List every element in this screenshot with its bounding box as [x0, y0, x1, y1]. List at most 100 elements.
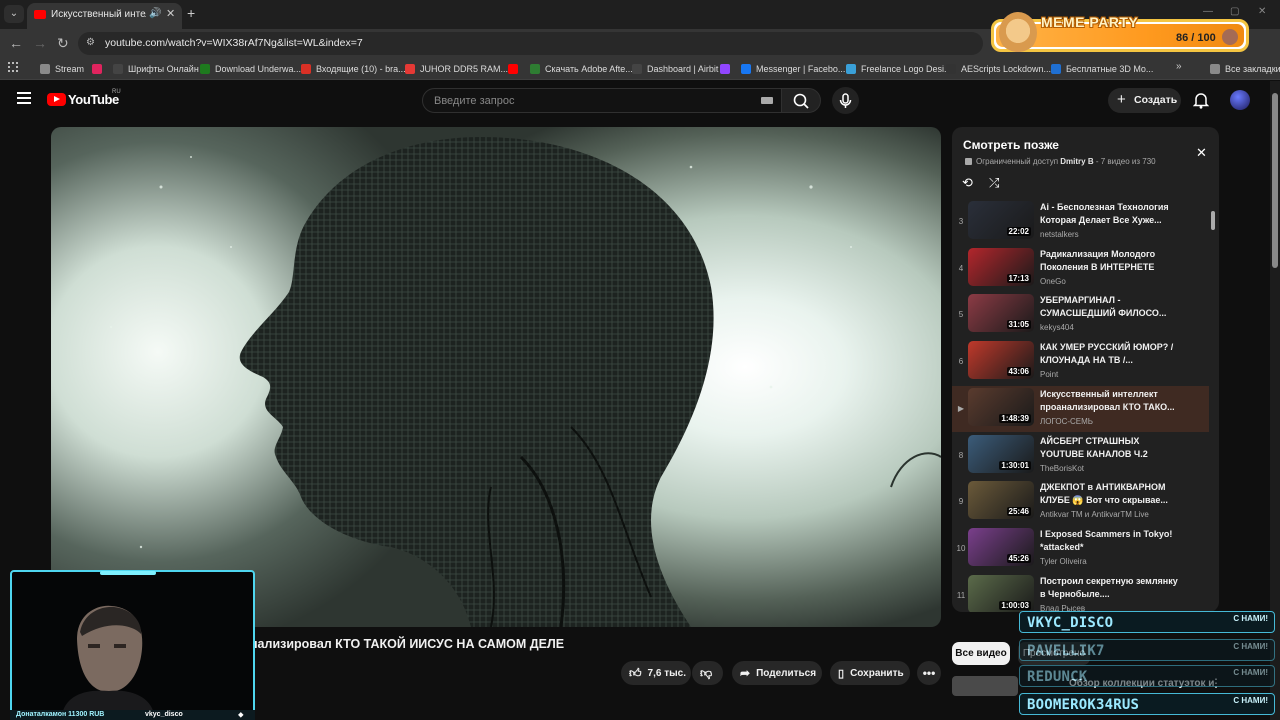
bookmark-item[interactable] — [508, 62, 523, 76]
playlist-item-thumbnail[interactable]: 1:48:39 — [968, 387, 1034, 426]
youtube-logo-icon[interactable] — [47, 93, 66, 106]
more-bookmarks-icon[interactable]: » — [1176, 61, 1182, 72]
close-icon[interactable]: ✕ — [1196, 145, 1207, 161]
playlist-item-title[interactable]: Радикализация Молодого Поколения В ИНТЕР… — [1040, 248, 1180, 274]
bookmark-label: Шрифты Онлайн — [128, 64, 199, 74]
bookmark-item[interactable]: Скачать Adobe Afte... — [530, 62, 633, 76]
playlist-item[interactable]: 9 25:46 ДЖЕКПОТ в АНТИКВАРНОМ КЛУБЕ 😱 Вот … — [952, 479, 1209, 525]
chat-message: PAVELLIK7 С НАМИ! — [1019, 639, 1275, 661]
bookmark-item[interactable]: Freelance Logo Desi... — [846, 62, 952, 76]
bookmark-item[interactable]: Download Underwa... — [200, 62, 301, 76]
like-button[interactable]: 👍︎ 7,6 тыс. — [621, 661, 691, 685]
bookmark-label: Бесплатные 3D Mo... — [1066, 64, 1154, 74]
bookmark-item[interactable]: Все закладки — [1210, 62, 1280, 76]
playlist-access: Ограниченный доступ — [976, 157, 1059, 166]
tab-search-button[interactable]: ⌄ — [4, 5, 24, 23]
playlist-item-thumbnail[interactable]: 45:26 — [968, 527, 1034, 566]
minimize-icon[interactable]: — — [1203, 6, 1213, 17]
site-info-icon[interactable]: ⚙ — [86, 37, 98, 49]
reload-icon[interactable]: ↻ — [57, 35, 69, 52]
shuffle-icon[interactable]: ⤮ — [989, 175, 999, 191]
save-button[interactable]: ▯ Сохранить — [830, 661, 910, 685]
apps-grid-icon[interactable] — [8, 62, 18, 72]
search-input[interactable]: Введите запрос — [422, 88, 782, 113]
notifications-bell-icon[interactable] — [1192, 91, 1210, 114]
account-avatar[interactable] — [1230, 90, 1250, 110]
window-close-icon[interactable]: ✕ — [1258, 6, 1266, 17]
playlist-item-title[interactable]: ДЖЕКПОТ в АНТИКВАРНОМ КЛУБЕ 😱 Вот что ск… — [1040, 481, 1180, 507]
bookmark-item[interactable]: Входящие (10) - bra... — [301, 62, 406, 76]
bookmark-item[interactable]: Бесплатные 3D Mo... — [1051, 62, 1153, 76]
playlist-item[interactable]: 6 43:06 КАК УМЕР РУССКИЙ ЮМОР? / КЛОУНАДА … — [952, 339, 1209, 385]
playlist-item-thumbnail[interactable]: 43:06 — [968, 341, 1034, 380]
playlist-item-title[interactable]: Искусственный интеллект проанализировал … — [1040, 388, 1180, 414]
speaker-icon[interactable]: 🔊 — [149, 8, 161, 19]
maximize-icon[interactable]: ▢ — [1230, 6, 1239, 17]
playlist-title[interactable]: Смотреть позже — [963, 138, 1059, 152]
dislike-button[interactable]: 👎︎ — [692, 661, 723, 685]
playlist-item-thumbnail[interactable]: 25:46 — [968, 481, 1034, 520]
bookmark-item[interactable]: Stream — [40, 62, 84, 76]
new-tab-button[interactable]: + — [187, 5, 195, 21]
bookmark-item[interactable]: Messenger | Facebo... — [741, 62, 845, 76]
playlist-item-thumbnail[interactable]: 31:05 — [968, 294, 1034, 333]
playlist-item-title[interactable]: УБЕРМАРГИНАЛ - СУМАСШЕДШИЙ ФИЛОСО... — [1040, 294, 1180, 320]
recommendation-thumbnail[interactable] — [952, 676, 1018, 696]
playlist-item-title[interactable]: I Exposed Scammers in Tokyo! *attacked* — [1040, 528, 1180, 554]
playlist-item-title[interactable]: Построил секретную землянку в Чернобыле.… — [1040, 575, 1180, 601]
playlist-item-channel[interactable]: netstalkers — [1040, 230, 1079, 239]
bookmark-favicon-icon — [946, 64, 956, 74]
loop-icon[interactable]: ⟲ — [962, 175, 973, 191]
url-text[interactable]: youtube.com/watch?v=WIX38rAf7Ng&list=WL&… — [105, 37, 363, 49]
playlist-item-index: 8 — [958, 450, 964, 460]
page-scrollbar-thumb[interactable] — [1272, 93, 1278, 268]
bookmark-item[interactable]: JUHOR DDR5 RAM... — [405, 62, 508, 76]
bookmark-item[interactable] — [92, 62, 107, 76]
bookmark-item[interactable]: Шрифты Онлайн — [113, 62, 199, 76]
menu-icon[interactable] — [17, 92, 31, 104]
playlist-item[interactable]: 5 31:05 УБЕРМАРГИНАЛ - СУМАСШЕДШИЙ ФИЛОСО.… — [952, 292, 1209, 338]
playlist-item[interactable]: 4 17:13 Радикализация Молодого Поколения В… — [952, 246, 1209, 292]
search-button[interactable] — [781, 88, 821, 113]
playlist-item-thumbnail[interactable]: 22:02 — [968, 201, 1034, 239]
search-icon — [793, 93, 809, 109]
playlist-item[interactable]: 8 1:30:01 АЙСБЕРГ СТРАШНЫХ YOUTUBE КАНАЛОВ… — [952, 433, 1209, 479]
playlist-item[interactable]: 10 45:26 I Exposed Scammers in Tokyo! *att… — [952, 526, 1209, 572]
keyboard-icon[interactable] — [761, 97, 773, 104]
share-button[interactable]: ➦ Поделиться — [732, 661, 822, 685]
playlist-item-title[interactable]: АЙСБЕРГ СТРАШНЫХ YOUTUBE КАНАЛОВ Ч.2 — [1040, 435, 1180, 461]
playlist-item-channel[interactable]: ЛОГОС-СЕМЬ — [1040, 417, 1093, 426]
more-actions-button[interactable]: ••• — [917, 661, 941, 685]
bookmark-item[interactable]: Dashboard | Airbit — [632, 62, 718, 76]
playlist-item[interactable]: 11 1:00:03 Построил секретную землянку в Ч… — [952, 573, 1209, 612]
create-button[interactable]: + Создать — [1108, 88, 1181, 113]
voice-search-button[interactable] — [832, 87, 859, 114]
playlist-scrollbar[interactable] — [1211, 211, 1215, 230]
playlist-item-channel[interactable]: Point — [1040, 370, 1058, 379]
playlist-owner[interactable]: Dmitry B — [1060, 157, 1093, 166]
tab-close-icon[interactable]: ✕ — [166, 7, 175, 20]
playlist-item[interactable]: ▶ 1:48:39 Искусственный интеллект проанали… — [952, 385, 1209, 432]
search-placeholder: Введите запрос — [434, 95, 515, 107]
chip-all-videos[interactable]: Все видео — [952, 642, 1010, 665]
bookmark-item[interactable]: AEScripts Lockdown... — [946, 62, 1051, 76]
playlist-item-thumbnail[interactable]: 17:13 — [968, 247, 1034, 286]
playlist-item-channel[interactable]: Antikvar TM и AntikvarTM Live — [1040, 510, 1149, 519]
playlist-item-thumbnail[interactable]: 1:00:03 — [968, 574, 1034, 612]
playlist-item-index: ▶ — [957, 403, 965, 413]
forward-icon[interactable]: → — [33, 35, 47, 51]
playlist-item-channel[interactable]: OneGo — [1040, 277, 1066, 286]
back-icon[interactable]: ← — [9, 35, 23, 51]
bookmark-favicon-icon — [720, 64, 730, 74]
video-player[interactable] — [51, 127, 941, 627]
playlist-item-title[interactable]: Ai - Бесполезная Технология Которая Дела… — [1040, 201, 1180, 227]
playlist-item[interactable]: 3 22:02 Ai - Бесполезная Технология Котора… — [952, 199, 1209, 245]
playlist-item-title[interactable]: КАК УМЕР РУССКИЙ ЮМОР? / КЛОУНАДА НА ТВ … — [1040, 341, 1180, 367]
playlist-item-channel[interactable]: Tyler Oliveira — [1040, 557, 1087, 566]
playlist-item-channel[interactable]: kekys404 — [1040, 323, 1074, 332]
bookmark-item[interactable] — [720, 62, 735, 76]
playlist-item-thumbnail[interactable]: 1:30:01 — [968, 434, 1034, 473]
address-bar[interactable]: ⚙ youtube.com/watch?v=WIX38rAf7Ng&list=W… — [78, 32, 983, 55]
active-tab[interactable]: Искусственный интеллект 🔊 ✕ — [27, 3, 182, 29]
playlist-item-channel[interactable]: TheBorisKot — [1040, 464, 1084, 473]
